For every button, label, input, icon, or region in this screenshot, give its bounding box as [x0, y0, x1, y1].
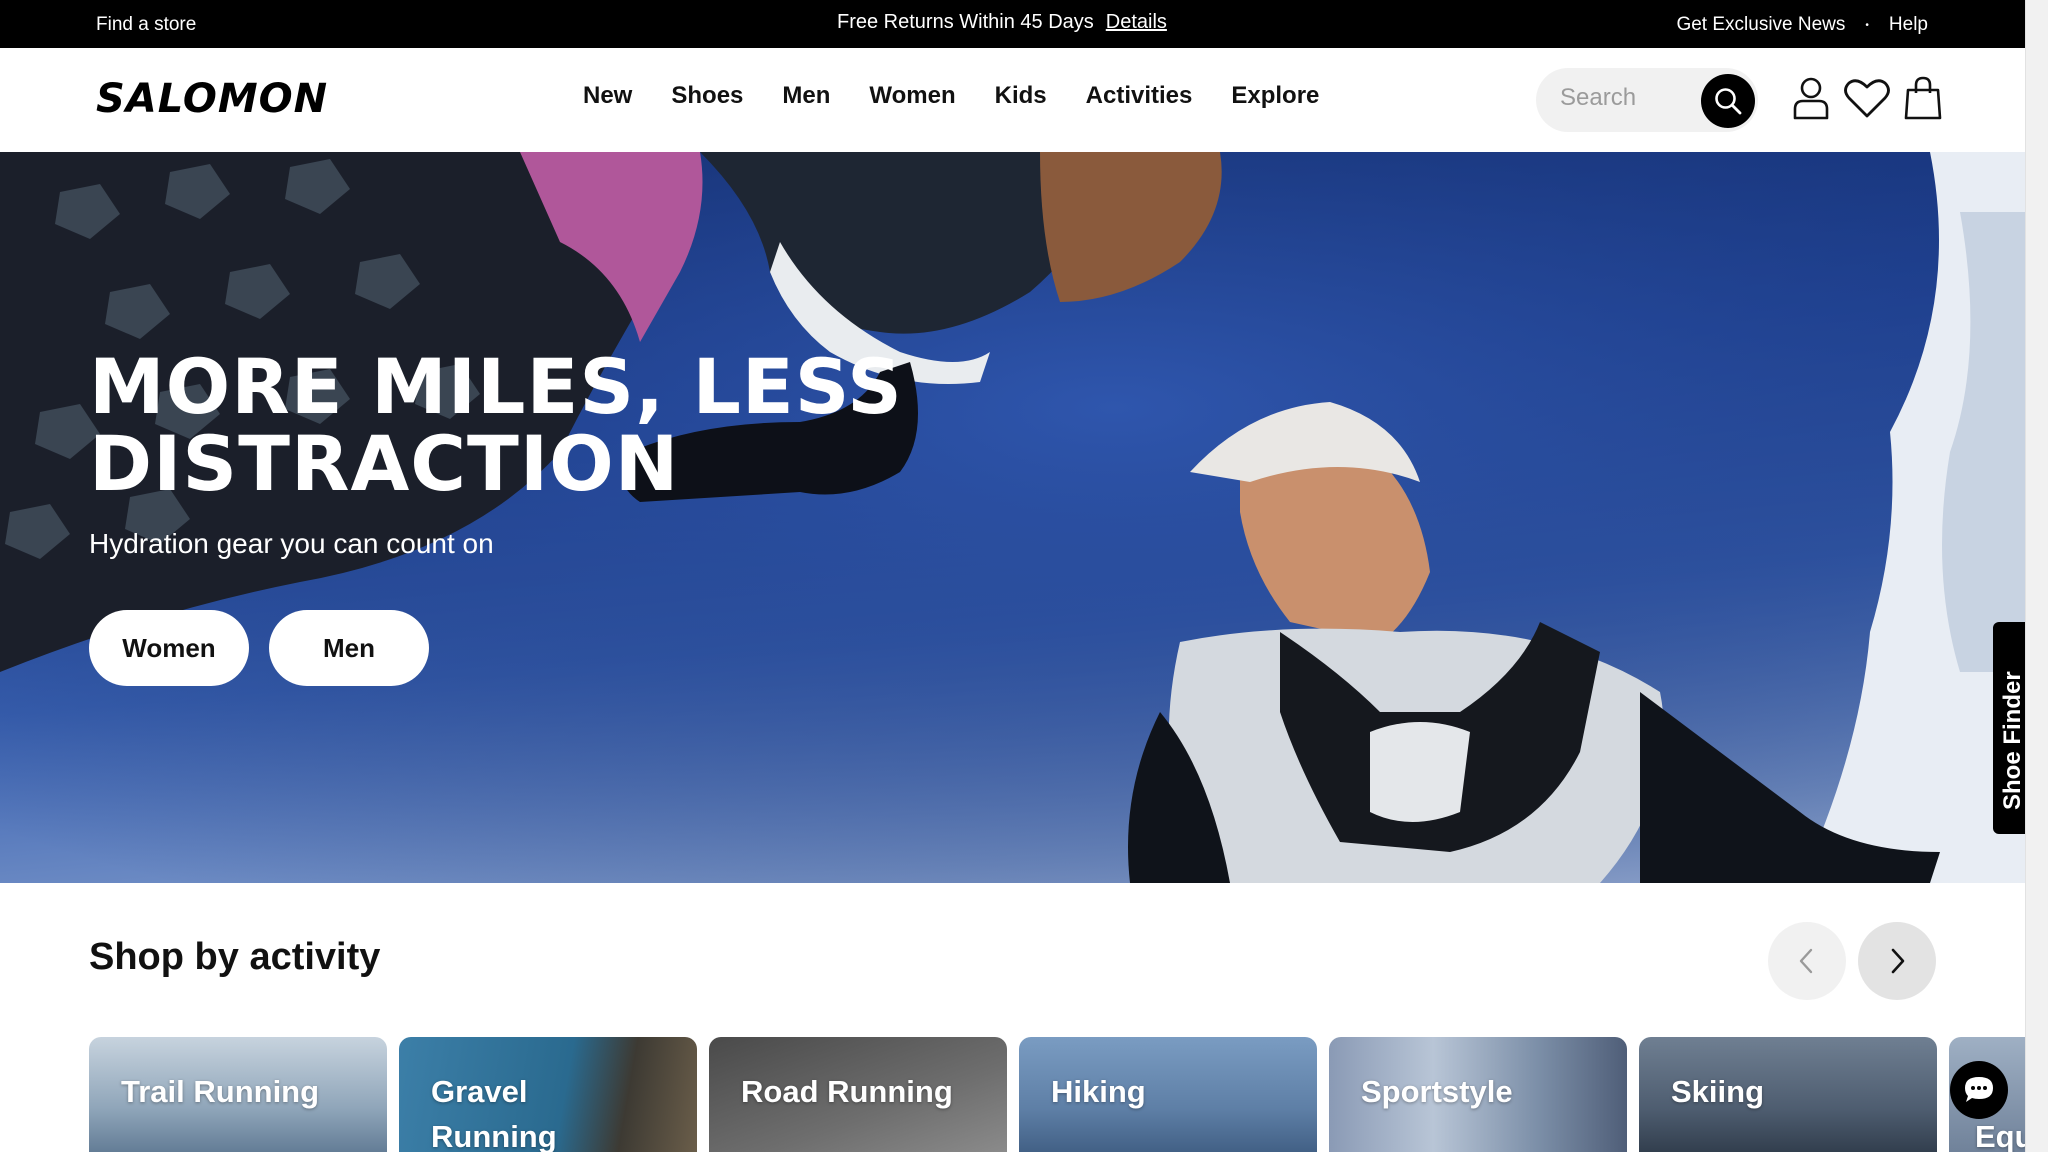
activity-card-label: Skiing: [1671, 1074, 1765, 1109]
promo-right: Get Exclusive News • Help: [1676, 14, 1928, 36]
search-button[interactable]: [1701, 74, 1755, 128]
returns-text: Free Returns Within 45 Days: [837, 11, 1094, 33]
chat-icon: [1965, 1077, 1993, 1102]
wishlist-button[interactable]: [1844, 75, 1890, 121]
hero-title-line1: MORE MILES, LESS: [89, 342, 903, 431]
activity-card-label: Trail Running: [121, 1074, 320, 1109]
account-button[interactable]: [1788, 75, 1834, 121]
returns-banner: Free Returns Within 45 Days Details: [837, 11, 1167, 34]
bag-icon: [1904, 76, 1942, 120]
nav-activities[interactable]: Activities: [1086, 82, 1193, 110]
user-icon: [1793, 77, 1829, 120]
shoe-finder-label: Shoe Finder: [1999, 671, 2025, 810]
page-scrollbar[interactable]: [2025, 0, 2048, 1152]
heart-icon: [1844, 79, 1890, 118]
shop-women-button[interactable]: Women: [89, 610, 249, 686]
nav-women[interactable]: Women: [869, 82, 955, 110]
search-input[interactable]: [1560, 84, 1680, 112]
activity-card-hiking[interactable]: Hiking: [1019, 1037, 1317, 1152]
find-store-link[interactable]: Find a store: [96, 14, 196, 36]
activity-card-gravel-running[interactable]: Gravel Running: [399, 1037, 697, 1152]
hero-image: [0, 152, 2025, 883]
activity-card-label: Equ: [1975, 1119, 2025, 1152]
activity-card-label: Gravel Running: [431, 1074, 557, 1152]
activity-card-road-running[interactable]: Road Running: [709, 1037, 1007, 1152]
activity-card-label: Sportstyle: [1361, 1074, 1513, 1109]
exclusive-news-link[interactable]: Get Exclusive News: [1676, 14, 1845, 36]
site-header: SALOMON New Shoes Men Women Kids Activit…: [0, 48, 2025, 152]
shop-men-button[interactable]: Men: [269, 610, 429, 686]
search-icon: [1715, 88, 1742, 115]
nav-kids[interactable]: Kids: [995, 82, 1047, 110]
shop-by-activity-title: Shop by activity: [89, 936, 381, 978]
hero-title-line2: DISTRACTION: [89, 419, 680, 508]
carousel-next-button[interactable]: [1858, 922, 1936, 1000]
salomon-logo[interactable]: SALOMON: [96, 78, 361, 118]
activity-card-label: Hiking: [1051, 1074, 1146, 1109]
hero-banner: MORE MILES, LESS DISTRACTION Hydration g…: [0, 152, 2025, 883]
activity-card-trail-running[interactable]: Trail Running: [89, 1037, 387, 1152]
brand-wordmark: SALOMON: [96, 78, 328, 118]
nav-men[interactable]: Men: [782, 82, 830, 110]
chevron-left-icon: [1799, 948, 1813, 974]
promo-bar: Find a store Free Returns Within 45 Days…: [0, 0, 2025, 48]
nav-new[interactable]: New: [583, 82, 632, 110]
activity-card-skiing[interactable]: Skiing: [1639, 1037, 1937, 1152]
bag-button[interactable]: [1900, 75, 1946, 121]
hero-subtitle: Hydration gear you can count on: [89, 528, 494, 559]
main-nav: New Shoes Men Women Kids Activities Expl…: [583, 82, 1319, 110]
shoe-finder-tab[interactable]: Shoe Finder: [1993, 622, 2025, 834]
activity-card-label: Road Running: [741, 1074, 953, 1109]
carousel-prev-button[interactable]: [1768, 922, 1846, 1000]
activity-card-sportstyle[interactable]: Sportstyle: [1329, 1037, 1627, 1152]
chevron-right-icon: [1891, 948, 1905, 974]
page-viewport: Find a store Free Returns Within 45 Days…: [0, 0, 2025, 1152]
help-link[interactable]: Help: [1889, 14, 1928, 36]
nav-shoes[interactable]: Shoes: [671, 82, 743, 110]
separator-dot: •: [1865, 19, 1869, 31]
nav-explore[interactable]: Explore: [1231, 82, 1319, 110]
chat-button[interactable]: [1950, 1061, 2008, 1119]
hero-title: MORE MILES, LESS DISTRACTION: [89, 348, 989, 502]
details-link[interactable]: Details: [1106, 11, 1167, 33]
